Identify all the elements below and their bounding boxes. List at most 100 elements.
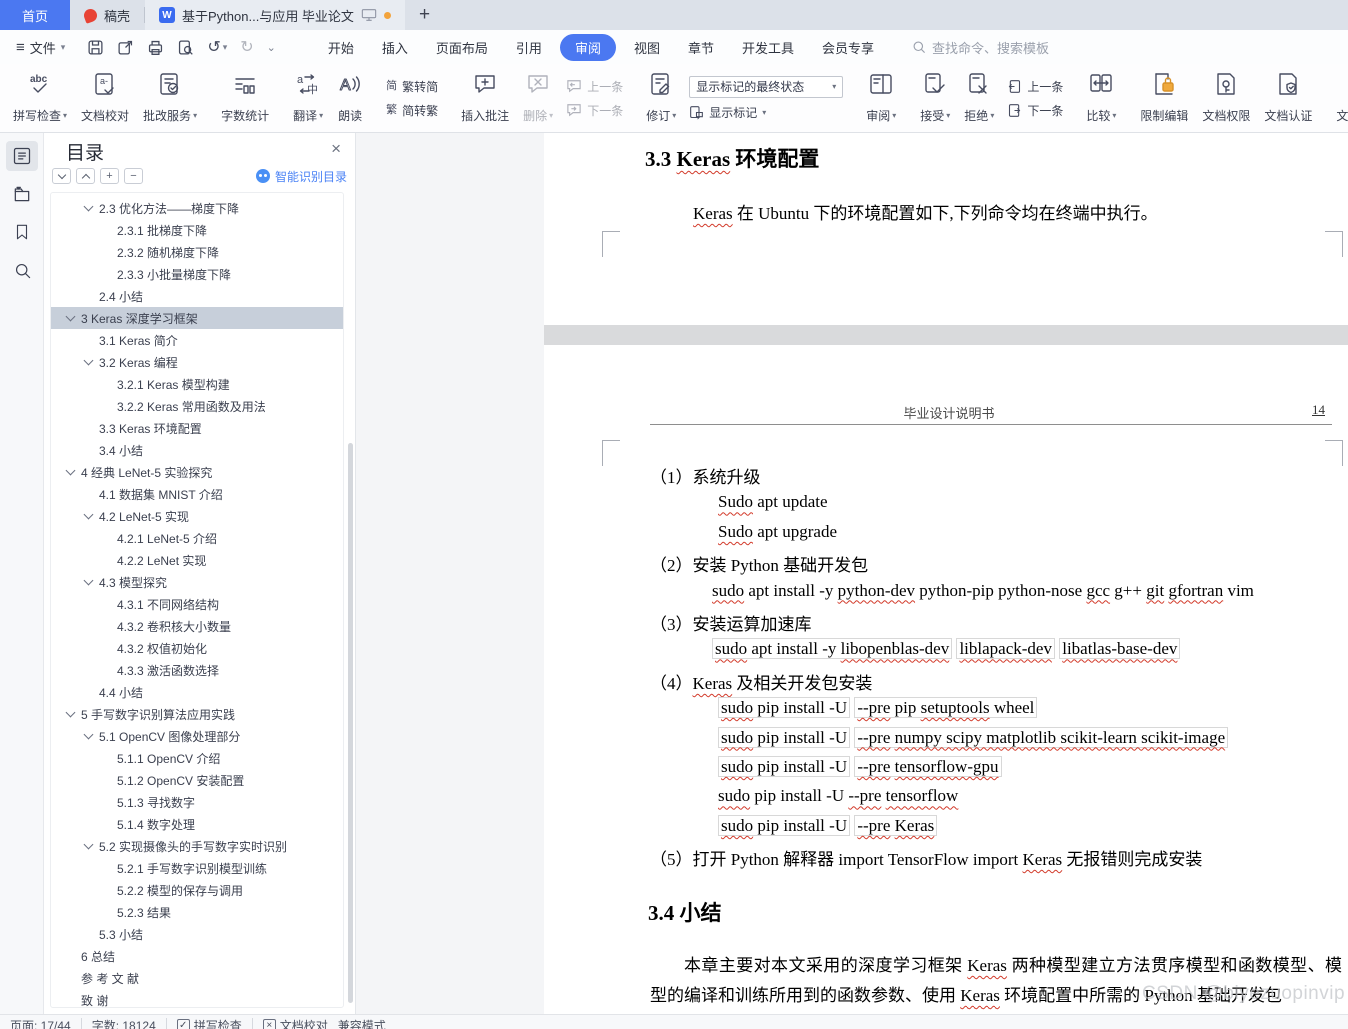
toc-item[interactable]: 5.2.1 手写数字识别模型训练 (51, 857, 343, 879)
chapter-panel-button[interactable] (6, 179, 38, 209)
toc-item[interactable]: 4.2 LeNet-5 实现 (51, 505, 343, 527)
toc-item[interactable]: 3.2.1 Keras 模型构建 (51, 373, 343, 395)
command-search[interactable]: 查找命令、搜索模板 (912, 38, 1049, 57)
toc-item[interactable]: 5 手写数字识别算法应用实践 (51, 703, 343, 725)
proofread-button[interactable]: a- 文档校对 (74, 64, 136, 132)
translate-button[interactable]: a中 翻译 ▾ (286, 64, 330, 132)
menu-references[interactable]: 引用 (502, 34, 556, 61)
restrict-editing-button[interactable]: 限制编辑 (1133, 64, 1195, 132)
tab-home[interactable]: 首页 (0, 0, 70, 30)
expand-all-button[interactable] (76, 168, 95, 184)
search-panel-button[interactable] (6, 255, 38, 285)
doc-finalize-button[interactable]: 文档定稿▾ (1329, 64, 1348, 132)
accept-change-button[interactable]: 接受 ▾ (913, 64, 957, 132)
markup-state-select[interactable]: 显示标记的最终状态 ▾ (689, 75, 844, 98)
menu-review-active[interactable]: 审阅 (559, 33, 616, 61)
toc-scrollbar-thumb[interactable] (348, 443, 353, 1003)
show-markup-button[interactable]: 显示标记 ▾ (689, 104, 843, 121)
toc-item[interactable]: 4.3.1 不同网络结构 (51, 593, 343, 615)
save-button[interactable] (87, 39, 104, 56)
word-count-button[interactable]: 字数统计 (214, 64, 276, 132)
close-icon[interactable]: × (331, 139, 341, 159)
toc-item[interactable]: 4.2.1 LeNet-5 介绍 (51, 527, 343, 549)
document-page-14[interactable]: 毕业设计说明书 14 （1）系统升级 Sudo apt update Sudo ap… (544, 345, 1348, 1014)
doc-certify-button[interactable]: 文档认证 (1257, 64, 1319, 132)
smart-toc-button[interactable]: 智能识别目录 (255, 168, 347, 185)
toc-item[interactable]: 5.2 实现摄像头的手写数字实时识别 (51, 835, 343, 857)
toc-item[interactable]: 4.3.2 卷积核大小数量 (51, 615, 343, 637)
toc-item[interactable]: 2.3.3 小批量梯度下降 (51, 263, 343, 285)
menu-dev-tools[interactable]: 开发工具 (728, 34, 808, 61)
chevron-down-icon[interactable] (83, 839, 94, 850)
menu-view[interactable]: 视图 (620, 34, 674, 61)
spellcheck-button[interactable]: abc 拼写检查 ▾ (6, 64, 74, 132)
toc-panel-button[interactable] (6, 141, 38, 171)
print-button[interactable] (147, 39, 164, 56)
menu-member[interactable]: 会员专享 (808, 34, 888, 61)
toc-item[interactable]: 4.4 小结 (51, 681, 343, 703)
menu-page-layout[interactable]: 页面布局 (422, 34, 502, 61)
menu-section[interactable]: 章节 (674, 34, 728, 61)
toc-item[interactable]: 5.3 小结 (51, 923, 343, 945)
traditional-to-simplified-button[interactable]: 简繁转简 (386, 78, 438, 95)
grading-service-button[interactable]: 批改服务 ▾ (136, 64, 204, 132)
toc-item[interactable]: 4.2.2 LeNet 实现 (51, 549, 343, 571)
toc-item[interactable]: 5.1 OpenCV 图像处理部分 (51, 725, 343, 747)
customize-toolbar-icon[interactable]: ⌄ (267, 41, 276, 54)
toc-item[interactable]: 2.3 优化方法——梯度下降 (51, 197, 343, 219)
undo-dropdown-icon[interactable]: ▾ (223, 42, 228, 53)
toc-item[interactable]: 5.1.2 OpenCV 安装配置 (51, 769, 343, 791)
chevron-down-icon[interactable] (83, 509, 94, 520)
review-pane-button[interactable]: 审阅 ▾ (859, 64, 903, 132)
insert-comment-button[interactable]: 插入批注 (454, 64, 516, 132)
export-pdf-button[interactable] (117, 39, 134, 56)
toc-item[interactable]: 2.3.1 批梯度下降 (51, 219, 343, 241)
toc-item[interactable]: 4.3.2 权值初始化 (51, 637, 343, 659)
menu-start[interactable]: 开始 (314, 34, 368, 61)
toc-item[interactable]: 4.1 数据集 MNIST 介绍 (51, 483, 343, 505)
toc-item[interactable]: 致 谢 (51, 989, 343, 1008)
toc-item[interactable]: 4.3.3 激活函数选择 (51, 659, 343, 681)
file-menu-button[interactable]: ≡ 文件 ▾ (0, 38, 75, 57)
redo-button[interactable]: ↻ (240, 37, 253, 57)
tab-document[interactable]: W 基于Python...与应用 毕业论文 (145, 0, 405, 30)
toc-item[interactable]: 3 Keras 深度学习框架 (51, 307, 343, 329)
toc-item[interactable]: 3.1 Keras 简介 (51, 329, 343, 351)
next-comment-button[interactable]: 下一条 (566, 102, 623, 119)
new-tab-button[interactable]: + (405, 0, 444, 30)
toc-item[interactable]: 3.2 Keras 编程 (51, 351, 343, 373)
bookmark-panel-button[interactable] (6, 217, 38, 247)
prev-comment-button[interactable]: 上一条 (566, 78, 623, 95)
toc-item[interactable]: 3.2.2 Keras 常用函数及用法 (51, 395, 343, 417)
document-workspace[interactable]: 3.3 Keras 环境配置 Keras 在 Ubuntu 下的环境配置如下,下… (356, 133, 1348, 1014)
toc-item[interactable]: 5.2.2 模型的保存与调用 (51, 879, 343, 901)
next-revision-button[interactable]: 下一条 (1007, 102, 1063, 119)
prev-revision-button[interactable]: 上一条 (1007, 78, 1063, 95)
toc-item[interactable]: 参 考 文 献 (51, 967, 343, 989)
delete-comment-button[interactable]: 删除 ▾ (516, 64, 560, 132)
toc-item[interactable]: 5.2.3 结果 (51, 901, 343, 923)
compare-button[interactable]: 比较 ▾ (1079, 64, 1123, 132)
toc-item[interactable]: 5.1.4 数字处理 (51, 813, 343, 835)
toc-item[interactable]: 5.1.3 寻找数字 (51, 791, 343, 813)
screen-share-icon[interactable] (361, 8, 377, 22)
chevron-down-icon[interactable] (83, 355, 94, 366)
undo-button[interactable]: ↺ ▾ (207, 37, 227, 57)
chevron-down-icon[interactable] (65, 707, 76, 718)
menu-insert[interactable]: 插入 (368, 34, 422, 61)
print-preview-button[interactable] (177, 39, 194, 56)
toc-item[interactable]: 3.4 小结 (51, 439, 343, 461)
toc-item[interactable]: 4.3 模型探究 (51, 571, 343, 593)
tab-gaoke[interactable]: 稿壳 (70, 0, 144, 30)
toc-item[interactable]: 5.1.1 OpenCV 介绍 (51, 747, 343, 769)
chevron-down-icon[interactable] (83, 729, 94, 740)
proofread-toggle[interactable]: × 文档校对 (262, 1017, 328, 1029)
collapse-button[interactable]: − (124, 168, 143, 184)
track-changes-button[interactable]: 修订 ▾ (639, 64, 683, 132)
document-page-13[interactable]: 3.3 Keras 环境配置 Keras 在 Ubuntu 下的环境配置如下,下… (544, 133, 1348, 325)
toc-item[interactable]: 6 总结 (51, 945, 343, 967)
toc-item[interactable]: 2.3.2 随机梯度下降 (51, 241, 343, 263)
doc-permission-button[interactable]: 文档权限 (1195, 64, 1257, 132)
chevron-down-icon[interactable] (83, 575, 94, 586)
collapse-all-button[interactable] (52, 168, 71, 184)
